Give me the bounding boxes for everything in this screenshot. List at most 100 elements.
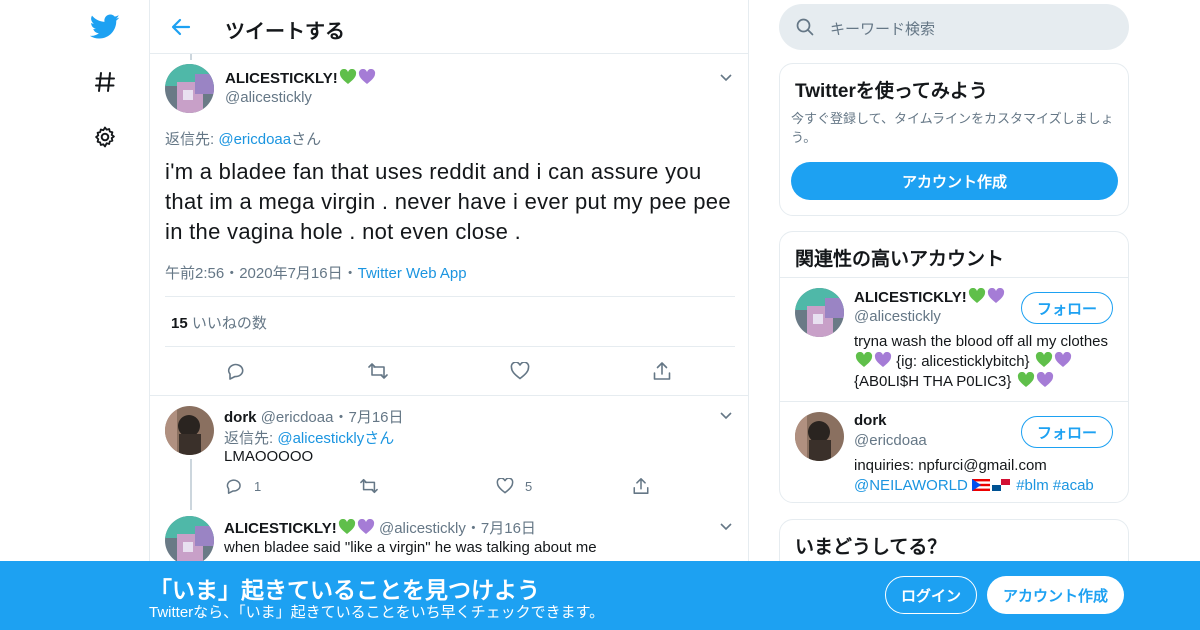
green-heart-icon xyxy=(339,69,356,84)
back-button[interactable] xyxy=(166,12,196,42)
reply-tweet[interactable]: dork @ericdoaa・7月16日 返信先: @alicesticklyさ… xyxy=(150,396,748,510)
reply-to-link[interactable]: @alicesticklyさん xyxy=(277,430,394,447)
share-button[interactable] xyxy=(650,359,674,383)
explore-link[interactable] xyxy=(80,57,130,107)
account-cell[interactable]: ALICESTICKLY! @alicestickly フォロー tryna w… xyxy=(780,278,1128,401)
follow-button[interactable]: フォロー xyxy=(1021,292,1113,324)
purple-heart-icon xyxy=(357,519,374,534)
tweet-author-name[interactable]: ALICESTICKLY! xyxy=(225,69,376,87)
green-heart-icon xyxy=(1035,352,1052,367)
back-arrow-icon xyxy=(171,18,191,36)
divider xyxy=(165,296,735,297)
green-heart-icon xyxy=(855,352,873,367)
avatar[interactable] xyxy=(165,516,214,565)
focused-tweet: ALICESTICKLY! @alicestickly 返信先: @ericdo… xyxy=(150,54,748,396)
chevron-down-icon[interactable] xyxy=(719,70,733,84)
retweet-button[interactable] xyxy=(357,474,381,498)
reply-to-line: 返信先: @alicesticklyさん xyxy=(224,430,395,447)
reply-date[interactable]: 7月16日 xyxy=(481,520,536,537)
heart-outline-icon xyxy=(496,478,514,494)
reply-to-line: 返信先: @ericdoaaさん xyxy=(165,131,322,148)
purple-heart-icon xyxy=(1054,352,1071,367)
tweet-date[interactable]: 2020年7月16日 xyxy=(239,265,342,282)
avatar[interactable] xyxy=(795,412,844,461)
share-icon xyxy=(633,478,649,494)
avatar[interactable] xyxy=(165,406,214,455)
retweet-icon xyxy=(360,478,378,494)
reply-icon xyxy=(226,479,241,494)
app-root: ツイートする ALICESTICKLY! @alicestickly 返信先: … xyxy=(0,0,1200,630)
reply-author-handle[interactable]: @ericdoaa xyxy=(261,409,334,426)
divider xyxy=(165,346,735,347)
chevron-down-icon[interactable] xyxy=(719,519,733,533)
like-button[interactable] xyxy=(508,359,532,383)
hashtag-icon xyxy=(95,72,115,92)
login-button[interactable]: ログイン xyxy=(885,576,977,614)
tweet-source[interactable]: Twitter Web App xyxy=(358,265,467,282)
reply-tweet[interactable]: ALICESTICKLY! @alicestickly・7月16日 when b… xyxy=(150,506,748,565)
reply-count: 1 xyxy=(254,479,262,494)
reply-button[interactable] xyxy=(224,359,248,383)
retweet-button[interactable] xyxy=(366,359,390,383)
banner-subtitle: Twitterなら、「いま」起きていることをいち早くチェックできます。 xyxy=(149,604,605,621)
search-input[interactable]: キーワード検索 xyxy=(779,4,1129,50)
share-button[interactable] xyxy=(629,474,653,498)
like-button[interactable] xyxy=(493,474,517,498)
account-name[interactable]: dork xyxy=(854,412,887,429)
heart-outline-icon xyxy=(510,362,530,380)
trends-title: いまどうしてる？ xyxy=(795,537,947,558)
puerto-rico-flag-icon xyxy=(972,479,991,491)
green-heart-icon xyxy=(968,288,985,303)
avatar[interactable] xyxy=(795,288,844,337)
reply-author-name[interactable]: dork xyxy=(224,409,257,426)
signup-button[interactable]: アカウント作成 xyxy=(791,162,1118,200)
reply-date[interactable]: 7月16日 xyxy=(348,409,403,426)
reply-author-handle[interactable]: @alicestickly xyxy=(379,520,466,537)
search-placeholder: キーワード検索 xyxy=(830,21,936,38)
thread-connector-line xyxy=(190,459,192,510)
banner-signup-button[interactable]: アカウント作成 xyxy=(987,576,1124,614)
account-bio: tryna wash the blood off all my clothes … xyxy=(854,333,1109,390)
tweet-author-handle[interactable]: @alicestickly xyxy=(225,89,312,106)
related-accounts-card: 関連性の高いアカウント ALICESTICKLY! @alicestickly … xyxy=(779,231,1129,503)
tweet-time[interactable]: 午前2:56 xyxy=(165,265,224,282)
twitter-logo-link[interactable] xyxy=(80,2,130,52)
green-heart-icon xyxy=(338,519,355,534)
signup-card: Twitterを使ってみよう 今すぐ登録して、タイムラインをカスタマイズしましょ… xyxy=(779,63,1129,216)
bio-mention-link[interactable]: @NEILAWORLD xyxy=(854,477,968,494)
bio-hashtags[interactable]: #blm #acab xyxy=(1016,477,1094,494)
reply-header: dork @ericdoaa・7月16日 xyxy=(224,409,404,426)
banner-title: 「いま」起きていることを見つけよう xyxy=(149,577,540,603)
signup-card-title: Twitterを使ってみよう xyxy=(795,81,988,102)
avatar[interactable] xyxy=(165,64,214,113)
reply-author-name[interactable]: ALICESTICKLY! xyxy=(224,519,375,537)
search-icon xyxy=(796,18,814,36)
account-handle[interactable]: @alicestickly xyxy=(854,308,941,325)
page-header: ツイートする xyxy=(150,0,748,54)
purple-heart-icon xyxy=(1036,372,1053,387)
account-name[interactable]: ALICESTICKLY! xyxy=(854,288,1005,306)
related-accounts-title: 関連性の高いアカウント xyxy=(795,249,1005,270)
chevron-down-icon[interactable] xyxy=(719,408,733,422)
purple-heart-icon xyxy=(987,288,1004,303)
purple-heart-icon xyxy=(358,69,375,84)
gear-icon xyxy=(95,126,115,148)
tweet-timestamp-row: 午前2:56・2020年7月16日・Twitter Web App xyxy=(165,265,467,282)
likes-stat[interactable]: 15 いいねの数 xyxy=(171,312,267,333)
page-title: ツイートする xyxy=(225,21,345,43)
account-handle[interactable]: @ericdoaa xyxy=(854,432,927,449)
share-icon xyxy=(653,362,671,380)
account-bio: inquiries: npfurci@gmail.com @NEILAWORLD… xyxy=(854,457,1094,494)
account-cell[interactable]: dork @ericdoaa フォロー inquiries: npfurci@g… xyxy=(780,402,1128,502)
reply-icon xyxy=(227,363,244,380)
retweet-icon xyxy=(368,363,388,379)
green-heart-icon xyxy=(1017,372,1034,387)
like-count: 5 xyxy=(525,479,533,494)
reply-header: ALICESTICKLY! @alicestickly・7月16日 xyxy=(224,519,536,537)
twitter-bird-icon xyxy=(90,14,120,39)
follow-button[interactable]: フォロー xyxy=(1021,416,1113,448)
reply-to-link[interactable]: @ericdoaa xyxy=(218,131,291,148)
settings-link[interactable] xyxy=(80,112,130,162)
reply-button[interactable] xyxy=(222,474,246,498)
signup-card-body: 今すぐ登録して、タイムラインをカスタマイズしましょう。 xyxy=(791,111,1114,145)
